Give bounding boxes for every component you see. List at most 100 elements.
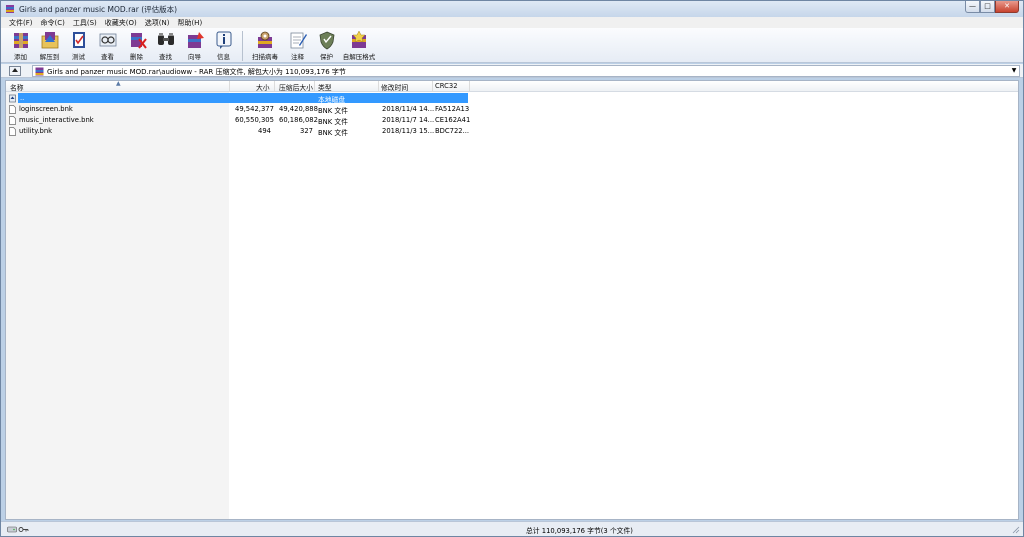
menu-commands[interactable]: 命令(C) (37, 18, 69, 28)
file-type: BNK 文件 (318, 118, 348, 126)
view-icon (99, 33, 116, 47)
table-row[interactable]: utility.bnk 494 327 BNK 文件 2018/11/3 15.… (6, 126, 470, 137)
wizard-label: 向导 (188, 53, 201, 61)
column-divider[interactable] (229, 81, 230, 92)
file-icon (9, 105, 16, 114)
column-divider[interactable] (378, 81, 379, 92)
file-size: 60,550,305 (235, 116, 274, 124)
archive-path-text: Girls and panzer music MOD.rar\audioww -… (47, 68, 346, 76)
sfx-icon (352, 30, 366, 48)
chevron-down-icon[interactable]: ▼ (1010, 66, 1018, 76)
find-icon (157, 33, 174, 45)
info-button[interactable]: 信息 (209, 28, 238, 63)
file-size: 494 (258, 127, 271, 135)
title-bar[interactable]: Girls and panzer music MOD.rar (评估版本) — … (1, 1, 1023, 17)
file-list: 名称 ▲ 大小 压缩后大小 类型 修改时间 CRC32 .. 本地磁盘 logi… (5, 80, 1019, 520)
file-packed-size: 60,186,082 (279, 116, 318, 124)
column-divider[interactable] (469, 81, 470, 92)
add-archive-icon (13, 33, 28, 48)
file-modified: 2018/11/4 14... (382, 105, 435, 113)
column-header-size[interactable]: 大小 (256, 82, 270, 92)
file-crc32: FA512A13 (435, 105, 470, 113)
file-modified: 2018/11/3 15... (382, 127, 435, 135)
archive-icon (35, 67, 44, 76)
delete-button[interactable]: 删除 (122, 28, 151, 63)
delete-label: 删除 (130, 53, 143, 61)
file-name: music_interactive.bnk (19, 116, 94, 124)
test-icon (72, 32, 85, 48)
window-controls: — □ ✕ (965, 1, 1019, 14)
view-button[interactable]: 查看 (93, 28, 122, 63)
parent-folder-icon (9, 94, 16, 103)
drive-key-icon[interactable] (7, 525, 29, 534)
find-label: 查找 (159, 53, 172, 61)
menu-help[interactable]: 帮助(H) (173, 18, 206, 28)
wizard-icon (187, 32, 204, 48)
name-column-background (6, 92, 229, 519)
column-header-modified[interactable]: 修改时间 (381, 82, 408, 92)
wizard-button[interactable]: 向导 (180, 28, 209, 63)
up-folder-icon[interactable] (9, 66, 21, 76)
column-header-name[interactable]: 名称 (10, 82, 24, 92)
toolbar-separator (242, 31, 243, 61)
comment-button[interactable]: 注释 (283, 28, 312, 63)
add-button[interactable]: 添加 (6, 28, 35, 63)
close-button[interactable]: ✕ (995, 1, 1019, 13)
protect-label: 保护 (320, 53, 333, 61)
maximize-button[interactable]: □ (980, 1, 995, 13)
minimize-button[interactable]: — (965, 1, 980, 13)
file-crc32: CE162A41 (435, 116, 471, 124)
find-button[interactable]: 查找 (151, 28, 180, 63)
file-type: 本地磁盘 (318, 96, 346, 104)
toolbar: 添加 解压到 测试 查看 删除 查找 向导 信息 扫描病毒 注释 保护 自解压格… (1, 28, 1023, 63)
file-name: utility.bnk (19, 127, 53, 135)
menu-options[interactable]: 选项(N) (141, 18, 174, 28)
test-button[interactable]: 测试 (64, 28, 93, 63)
file-modified: 2018/11/7 14... (382, 116, 435, 124)
file-packed-size: 327 (300, 127, 313, 135)
column-header-type[interactable]: 类型 (318, 82, 332, 92)
extract-to-icon (41, 32, 58, 49)
column-divider[interactable] (274, 81, 275, 92)
virus-scan-button[interactable]: 扫描病毒 (247, 28, 283, 63)
info-label: 信息 (217, 53, 230, 61)
info-icon (216, 31, 231, 49)
view-label: 查看 (101, 53, 114, 61)
file-name: loginscreen.bnk (19, 105, 73, 113)
column-divider[interactable] (314, 81, 315, 92)
protect-button[interactable]: 保护 (312, 28, 341, 63)
file-packed-size: 49,420,888 (279, 105, 318, 113)
status-bar: 总计 110,093,176 字节(3 个文件) (1, 521, 1023, 536)
table-row[interactable]: loginscreen.bnk 49,542,377 49,420,888 BN… (6, 104, 470, 115)
virus-scan-icon (258, 31, 272, 48)
sort-ascending-icon: ▲ (116, 80, 121, 87)
winrar-app-icon (6, 5, 14, 13)
archive-path-field[interactable]: Girls and panzer music MOD.rar\audioww -… (32, 65, 1020, 77)
test-label: 测试 (72, 53, 85, 61)
column-header-packed-size[interactable]: 压缩后大小 (279, 82, 313, 92)
selection-highlight (18, 93, 468, 103)
sfx-button[interactable]: 自解压格式 (341, 28, 377, 63)
file-type: BNK 文件 (318, 107, 348, 115)
add-label: 添加 (14, 53, 27, 61)
menu-favorites[interactable]: 收藏夹(O) (101, 18, 141, 28)
column-header-crc32[interactable]: CRC32 (435, 82, 458, 92)
table-row[interactable]: .. 本地磁盘 (6, 93, 468, 104)
menu-file[interactable]: 文件(F) (5, 18, 37, 28)
virus-scan-label: 扫描病毒 (252, 53, 278, 61)
comment-icon (290, 32, 307, 49)
column-headers: 名称 ▲ 大小 压缩后大小 类型 修改时间 CRC32 (6, 80, 1018, 92)
menu-tools[interactable]: 工具(S) (69, 18, 101, 28)
address-bar: Girls and panzer music MOD.rar\audioww -… (1, 64, 1023, 78)
comment-label: 注释 (291, 53, 304, 61)
table-row[interactable]: music_interactive.bnk 60,550,305 60,186,… (6, 115, 470, 126)
resize-grip-icon[interactable] (1012, 526, 1020, 534)
file-size: 49,542,377 (235, 105, 274, 113)
file-crc32: BDC722... (435, 127, 470, 135)
window-title: Girls and panzer music MOD.rar (评估版本) (19, 5, 178, 14)
column-divider[interactable] (432, 81, 433, 92)
file-icon (9, 116, 16, 125)
extract-to-button[interactable]: 解压到 (35, 28, 64, 63)
winrar-window: Girls and panzer music MOD.rar (评估版本) — … (0, 0, 1024, 537)
file-icon (9, 127, 16, 136)
